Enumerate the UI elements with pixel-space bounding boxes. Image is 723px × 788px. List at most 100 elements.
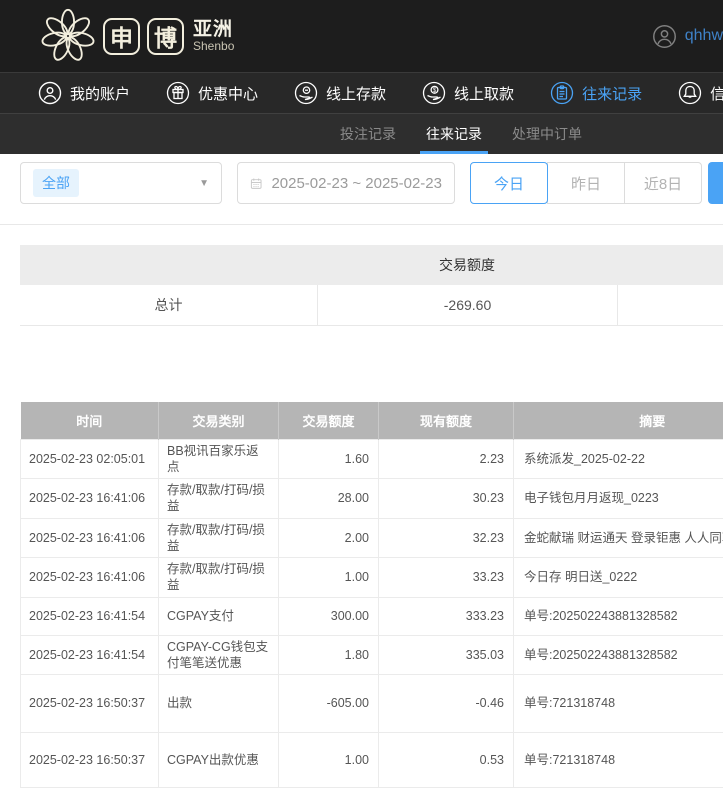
logo-char-shen: 申: [103, 18, 140, 55]
gift-circle-icon: [166, 81, 190, 105]
table-cell: 32.23: [379, 518, 514, 558]
table-cell: 单号:721318748: [514, 675, 723, 733]
table-cell: 2.23: [379, 439, 514, 479]
table-row: 2025-02-23 16:41:54CGPAY支付300.00333.23单号…: [21, 597, 723, 635]
table-cell: -0.46: [379, 675, 514, 733]
table-cell: 电子钱包月月返现_0223: [514, 479, 723, 519]
table-cell: 2025-02-23 16:50:37: [21, 733, 159, 788]
nav-item-messages[interactable]: 信息: [678, 81, 723, 105]
table-cell: CGPAY支付: [159, 597, 279, 635]
chevron-down-icon: ▼: [199, 178, 209, 189]
table-cell: 2025-02-23 16:41:54: [21, 597, 159, 635]
table-cell: 存款/取款/打码/损益: [159, 479, 279, 519]
col-type: 交易类别: [159, 402, 279, 439]
brand-logo[interactable]: 申 博 亚洲 Shenbo: [40, 8, 234, 64]
filter-bar: 全部 ▼ 2025-02-23 ~ 2025-02-23 今日 昨日 近8日: [20, 162, 723, 204]
col-summary: 摘要: [514, 402, 723, 439]
table-cell: 1.00: [279, 733, 379, 788]
table-cell: -605.00: [279, 675, 379, 733]
table-cell: 出款: [159, 675, 279, 733]
nav-item-records[interactable]: 往来记录: [550, 81, 642, 105]
nav-item-deposit[interactable]: 线上存款: [294, 81, 386, 105]
summary-total-label: 总计: [20, 285, 317, 325]
nav-label: 往来记录: [582, 83, 642, 104]
table-row: 2025-02-23 16:41:54CGPAY-CG钱包支付笔笔送优惠1.80…: [21, 635, 723, 675]
col-balance: 现有额度: [379, 402, 514, 439]
deposit-hand-icon: [294, 81, 318, 105]
flower-logo-icon: [40, 8, 96, 64]
summary-table: 交易额度 总计 -269.60: [20, 245, 723, 326]
summary-amount-header: 交易额度: [317, 245, 617, 285]
table-cell: 28.00: [279, 479, 379, 519]
table-row: 2025-02-23 16:41:06存款/取款/打码/损益28.0030.23…: [21, 479, 723, 519]
nav-label: 线上取款: [454, 83, 514, 104]
main-nav: 我的账户 优惠中心 线上存款 $ 线上取款: [0, 72, 723, 113]
username: qhhw: [685, 27, 723, 45]
subtab-bar: 投注记录 往来记录 处理中订单: [0, 113, 723, 154]
date-range-input[interactable]: 2025-02-23 ~ 2025-02-23: [237, 162, 455, 204]
table-cell: 2025-02-23 16:41:06: [21, 558, 159, 598]
table-cell: 2.00: [279, 518, 379, 558]
table-cell: 1.60: [279, 439, 379, 479]
table-cell: 300.00: [279, 597, 379, 635]
table-cell: 2025-02-23 02:05:01: [21, 439, 159, 479]
table-cell: 33.23: [379, 558, 514, 598]
transactions-body: 2025-02-23 02:05:01BB视讯百家乐返点1.602.23系统派发…: [21, 439, 723, 788]
bell-circle-icon: [678, 81, 702, 105]
col-amount: 交易额度: [279, 402, 379, 439]
table-cell: 1.80: [279, 635, 379, 675]
type-dropdown-selected: 全部: [33, 169, 79, 197]
date-range-value: 2025-02-23 ~ 2025-02-23: [271, 175, 442, 192]
table-cell: 今日存 明日送_0222: [514, 558, 723, 598]
table-cell: CGPAY-CG钱包支付笔笔送优惠: [159, 635, 279, 675]
nav-item-my-account[interactable]: 我的账户: [38, 81, 130, 105]
table-cell: 金蛇献瑞 财运通天 登录钜惠 人人同享: [514, 518, 723, 558]
table-row: 2025-02-23 16:50:37出款-605.00-0.46单号:7213…: [21, 675, 723, 733]
table-cell: 0.53: [379, 733, 514, 788]
tab-betting-records[interactable]: 投注记录: [340, 114, 396, 154]
query-button[interactable]: [708, 162, 723, 204]
table-row: 2025-02-23 02:05:01BB视讯百家乐返点1.602.23系统派发…: [21, 439, 723, 479]
summary-header-row: 交易额度: [20, 245, 723, 285]
top-header: 申 博 亚洲 Shenbo qhhw: [0, 0, 723, 72]
table-cell: 系统派发_2025-02-22: [514, 439, 723, 479]
logo-region-text: 亚洲: [193, 20, 234, 40]
table-cell: 单号:202502243881328582: [514, 635, 723, 675]
table-row: 2025-02-23 16:50:37CGPAY出款优惠1.000.53单号:7…: [21, 733, 723, 788]
logo-char-bo: 博: [147, 18, 184, 55]
logo-brand-text: Shenbo: [193, 40, 234, 53]
section-divider: [0, 224, 723, 225]
table-cell: 存款/取款/打码/损益: [159, 558, 279, 598]
last-8-days-button[interactable]: 近8日: [624, 162, 702, 204]
avatar-icon: [652, 24, 677, 49]
withdraw-hand-icon: $: [422, 81, 446, 105]
user-account[interactable]: qhhw: [652, 24, 723, 49]
nav-label: 信息: [710, 83, 723, 104]
nav-label: 线上存款: [326, 83, 386, 104]
summary-total-row: 总计 -269.60: [20, 285, 723, 326]
table-cell: 单号:721318748: [514, 733, 723, 788]
table-cell: 2025-02-23 16:41:06: [21, 518, 159, 558]
table-cell: 333.23: [379, 597, 514, 635]
table-row: 2025-02-23 16:41:06存款/取款/打码/损益1.0033.23今…: [21, 558, 723, 598]
table-cell: 1.00: [279, 558, 379, 598]
calendar-icon: [250, 175, 262, 192]
nav-item-promotions[interactable]: 优惠中心: [166, 81, 258, 105]
records-circle-icon: [550, 81, 574, 105]
table-cell: 2025-02-23 16:50:37: [21, 675, 159, 733]
nav-item-withdraw[interactable]: $ 线上取款: [422, 81, 514, 105]
yesterday-button[interactable]: 昨日: [547, 162, 625, 204]
table-cell: BB视讯百家乐返点: [159, 439, 279, 479]
table-cell: 2025-02-23 16:41:54: [21, 635, 159, 675]
user-circle-icon: [38, 81, 62, 105]
table-row: 2025-02-23 16:41:06存款/取款/打码/损益2.0032.23金…: [21, 518, 723, 558]
table-header-row: 时间 交易类别 交易额度 现有额度 摘要: [21, 402, 723, 439]
type-dropdown[interactable]: 全部 ▼: [20, 162, 222, 204]
table-cell: CGPAY出款优惠: [159, 733, 279, 788]
quick-date-buttons: 今日 昨日 近8日: [470, 162, 702, 204]
nav-label: 我的账户: [70, 83, 130, 104]
today-button[interactable]: 今日: [470, 162, 548, 204]
table-cell: 存款/取款/打码/损益: [159, 518, 279, 558]
tab-transaction-records[interactable]: 往来记录: [426, 114, 482, 154]
tab-pending-orders[interactable]: 处理中订单: [512, 114, 582, 154]
